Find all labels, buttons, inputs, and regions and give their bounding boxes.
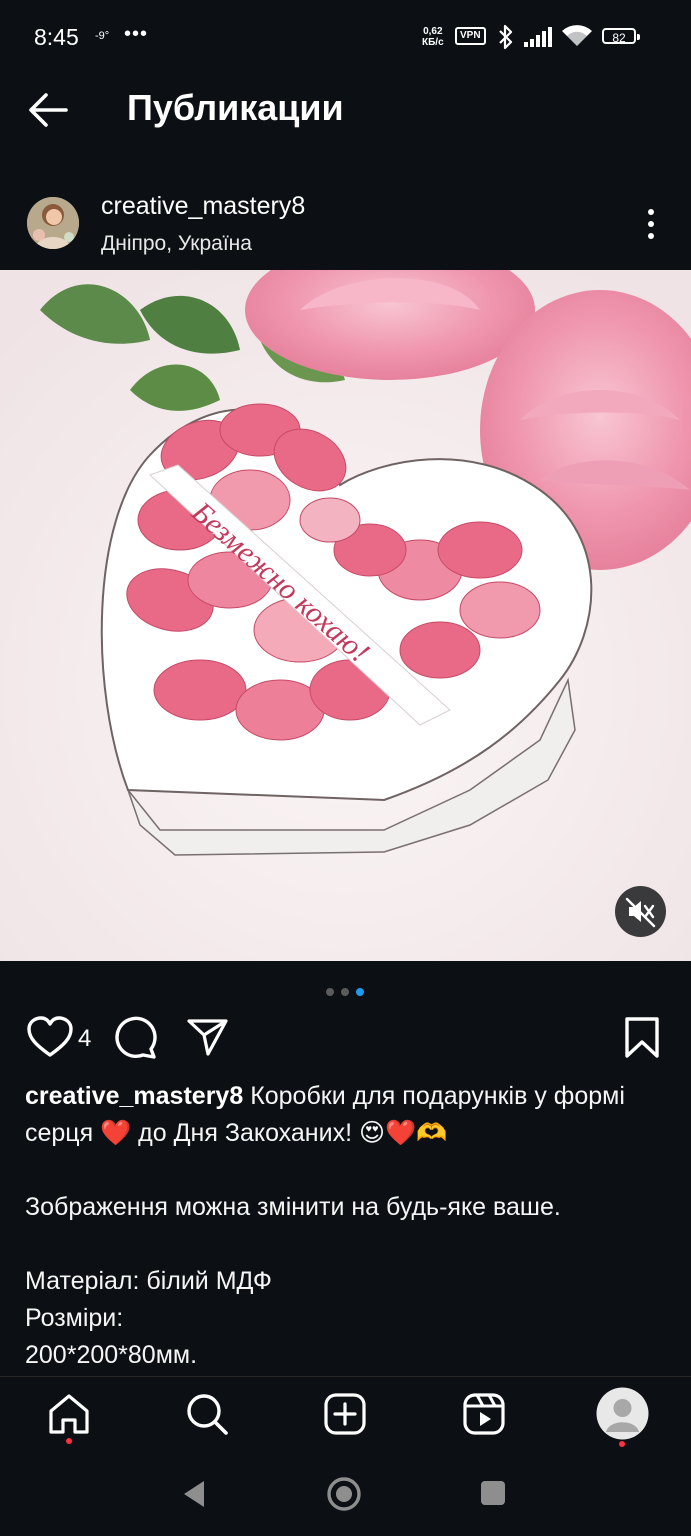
post-location[interactable]: Дніпро, Україна [101,232,252,256]
page-title: Публикации [127,87,344,128]
create-plus-icon [324,1393,366,1435]
wifi-icon [562,25,592,46]
caption-line-4: Розміри: [25,1304,124,1332]
nav-reels[interactable] [461,1391,507,1437]
status-more-notifications-icon: ••• [124,23,149,45]
profile-avatar [596,1387,649,1440]
vpn-icon: VPN [455,27,486,45]
caption-line-5: 200*200*80мм. [25,1341,198,1369]
system-navigation [0,1458,691,1536]
caption-line-3: Матеріал: білий МДФ [25,1267,272,1295]
reels-icon [463,1393,505,1435]
carousel-indicator [326,983,371,996]
bluetooth-icon [499,24,513,50]
nav-profile[interactable] [596,1387,649,1447]
heart-icon [27,1016,73,1057]
avatar-photo [27,197,79,249]
status-bar: 8:45 -9° ••• 0,62 КБ/с VPN 82 [0,0,691,74]
system-recents-icon[interactable] [480,1480,506,1506]
profile-notification-dot [619,1441,625,1447]
system-home-icon[interactable] [325,1475,363,1513]
bookmark-icon [625,1017,659,1058]
system-back-icon[interactable] [180,1478,208,1510]
status-time: 8:45 [34,24,79,50]
arrow-left-icon [29,93,68,127]
comment-button[interactable] [113,1016,159,1060]
carousel-dot [341,988,349,996]
nav-search[interactable] [184,1391,230,1437]
vertical-dots-icon [648,209,654,239]
post-caption: creative_mastery8 Коробки для подарунків… [25,1078,665,1374]
battery-icon: 82 [602,28,640,45]
network-speed-unit: КБ/с [422,37,444,48]
like-button[interactable] [26,1016,74,1060]
speaker-muted-icon [625,897,656,928]
network-speed: 0,62 КБ/с [422,26,444,48]
comment-bubble-icon [115,1016,157,1059]
carousel-dot [326,988,334,996]
author-username[interactable]: creative_mastery8 [101,192,305,221]
back-button[interactable] [26,90,70,130]
network-speed-value: 0,62 [423,26,443,37]
save-button[interactable] [620,1016,664,1060]
caption-username[interactable]: creative_mastery8 [25,1082,243,1110]
more-options-button[interactable] [636,206,666,242]
post-image[interactable]: Безмежно кохаю! [0,270,691,961]
nav-create[interactable] [322,1391,368,1437]
like-count[interactable]: 4 [78,1025,91,1053]
carousel-dot-active [356,988,364,996]
mute-button[interactable] [615,886,666,937]
heart-gift-box-photo: Безмежно кохаю! [0,270,691,961]
status-temperature: -9° [95,30,110,42]
nav-home[interactable] [46,1391,92,1444]
caption-line-2: Зображення можна змінити на будь-яке ваш… [25,1193,561,1221]
home-notification-dot [66,1438,72,1444]
author-avatar[interactable] [27,197,79,249]
paper-plane-icon [187,1019,228,1056]
share-button[interactable] [186,1016,230,1060]
signal-icon [524,27,552,47]
search-icon [187,1394,228,1435]
home-icon [49,1394,89,1434]
bottom-navigation [0,1376,691,1459]
